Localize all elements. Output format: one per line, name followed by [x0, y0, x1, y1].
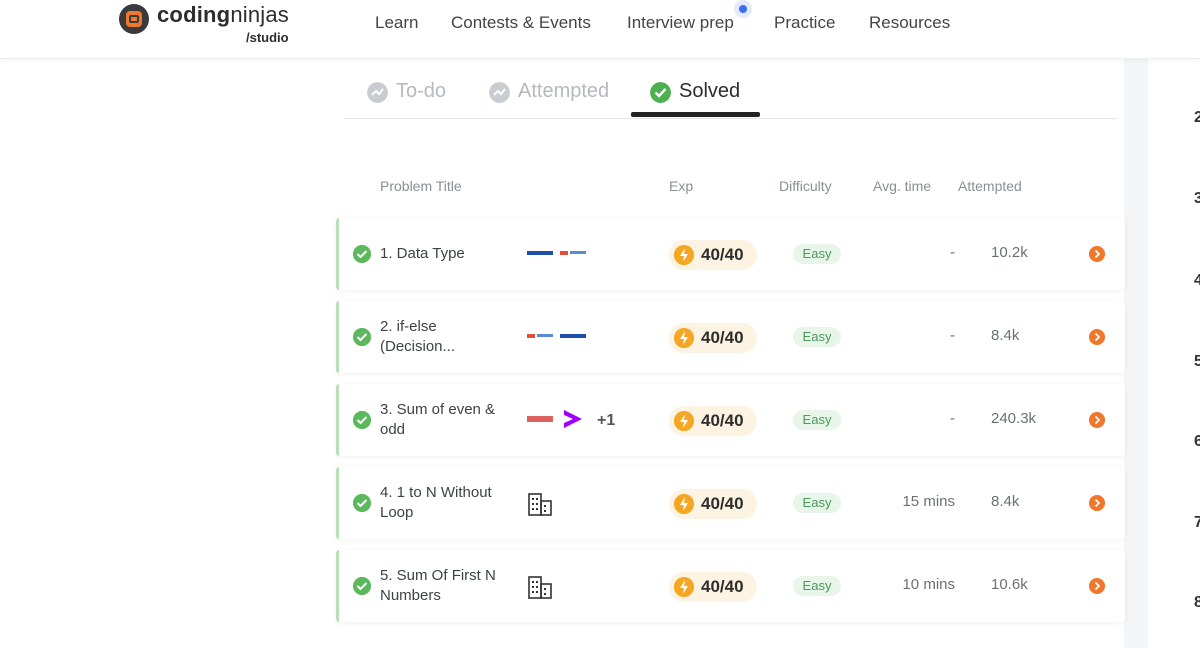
difficulty-badge: Easy [793, 327, 841, 347]
exp-value: 40/40 [701, 577, 744, 596]
exp-badge: 40/40 [669, 240, 757, 270]
table-row[interactable]: 3. Sum of even & odd +1 40/40 Easy - 240… [336, 384, 1125, 456]
brand-sub: /studio [246, 30, 289, 45]
table-row[interactable]: 1. Data Type 40/40 Easy - 10.2k [336, 218, 1125, 290]
company-tags [527, 323, 637, 353]
lightning-icon [674, 577, 694, 597]
exp-value: 40/40 [701, 328, 744, 347]
top-header: codingninjas /studio Learn Contests & Ev… [0, 0, 1200, 59]
solved-check-icon [353, 494, 371, 512]
right-panel-number: 3 [1194, 190, 1200, 207]
column-header-attempted: Attempted [958, 178, 1022, 194]
lightning-icon [674, 494, 694, 514]
trend-icon [489, 82, 510, 103]
right-panel-number: 7 [1194, 514, 1200, 531]
attempted-count: 8.4k [991, 493, 1020, 510]
table-header: Problem Title Exp Difficulty Avg. time A… [338, 178, 1124, 198]
company-tags [527, 572, 637, 602]
right-side-panel [1148, 58, 1200, 648]
chevron-right-icon[interactable] [1089, 412, 1105, 428]
trend-icon [367, 82, 388, 103]
problem-title[interactable]: 3. Sum of even & odd [380, 400, 510, 440]
problem-title[interactable]: 5. Sum Of First N Numbers [380, 566, 510, 606]
samsung-logo [527, 251, 553, 255]
notification-dot-icon [734, 0, 752, 18]
solved-check-icon [353, 245, 371, 263]
accenture-logo [564, 410, 582, 428]
avg-time: 10 mins [902, 576, 955, 593]
exp-badge: 40/40 [669, 489, 757, 519]
active-tab-indicator [631, 112, 760, 117]
table-row[interactable]: 4. 1 to N Without Loop 40/40 Easy 15 min… [336, 467, 1125, 539]
more-companies-count[interactable]: +1 [597, 412, 615, 430]
lightning-icon [674, 328, 694, 348]
avg-time: - [950, 410, 955, 427]
column-header-title: Problem Title [380, 178, 462, 194]
difficulty-badge: Easy [793, 576, 841, 596]
coding-ninjas-logo[interactable]: codingninjas /studio [119, 2, 299, 46]
company-logo [560, 251, 586, 255]
samsung-logo [560, 334, 586, 338]
lightning-icon [674, 411, 694, 431]
chevron-right-icon[interactable] [1089, 329, 1105, 345]
nav-contests-events[interactable]: Contests & Events [451, 13, 591, 33]
lightning-icon [674, 245, 694, 265]
nav-practice[interactable]: Practice [774, 13, 835, 33]
right-panel-number: 4 [1194, 272, 1200, 289]
right-panel-number: 8 [1194, 594, 1200, 611]
avg-time: 15 mins [902, 493, 955, 510]
company-logo [527, 416, 553, 422]
scroll-gutter [1124, 58, 1148, 648]
chevron-right-icon[interactable] [1089, 578, 1105, 594]
table-row[interactable]: 5. Sum Of First N Numbers 40/40 Easy 10 … [336, 550, 1125, 622]
exp-badge: 40/40 [669, 323, 757, 353]
ninja-logo-icon [119, 4, 149, 34]
difficulty-badge: Easy [793, 244, 841, 264]
building-icon [528, 576, 552, 599]
attempted-count: 10.6k [991, 576, 1028, 593]
difficulty-badge: Easy [793, 410, 841, 430]
solved-check-icon [353, 411, 371, 429]
solved-check-icon [353, 328, 371, 346]
nav-learn[interactable]: Learn [375, 13, 418, 33]
tab-label: Attempted [518, 80, 610, 102]
brand-name: codingninjas [157, 2, 289, 27]
right-panel-number: 2 [1194, 109, 1200, 126]
tab-label: To-do [396, 80, 447, 102]
exp-value: 40/40 [701, 245, 744, 264]
table-row[interactable]: 2. if-else (Decision... 40/40 Easy - 8.4… [336, 301, 1125, 373]
avg-time: - [950, 327, 955, 344]
problem-status-tabs: To-do Attempted Solved [344, 70, 1117, 119]
right-panel-number: 6 [1194, 433, 1200, 450]
problem-title[interactable]: 2. if-else (Decision... [380, 317, 510, 357]
avg-time: - [950, 244, 955, 261]
column-header-exp: Exp [669, 178, 694, 194]
attempted-count: 8.4k [991, 327, 1020, 344]
company-tags: +1 [527, 406, 637, 436]
problem-title[interactable]: 4. 1 to N Without Loop [380, 483, 510, 523]
attempted-count: 10.2k [991, 244, 1028, 261]
difficulty-badge: Easy [793, 493, 841, 513]
column-header-difficulty: Difficulty [779, 178, 832, 194]
chevron-right-icon[interactable] [1089, 495, 1105, 511]
column-header-avg-time: Avg. time [873, 178, 932, 194]
solved-check-icon [353, 577, 371, 595]
nav-interview-prep[interactable]: Interview prep [627, 13, 734, 33]
company-tags [527, 240, 637, 270]
company-logo [527, 334, 553, 338]
nav-resources[interactable]: Resources [869, 13, 950, 33]
tab-label: Solved [679, 80, 741, 102]
company-tags [527, 489, 637, 519]
exp-badge: 40/40 [669, 406, 757, 436]
attempted-count: 240.3k [991, 410, 1037, 427]
exp-value: 40/40 [701, 411, 744, 430]
right-panel-number: 5 [1194, 353, 1200, 370]
exp-value: 40/40 [701, 494, 744, 513]
problem-title[interactable]: 1. Data Type [380, 244, 510, 264]
building-icon [528, 493, 552, 516]
chevron-right-icon[interactable] [1089, 246, 1105, 262]
check-circle-icon [650, 82, 671, 103]
exp-badge: 40/40 [669, 572, 757, 602]
